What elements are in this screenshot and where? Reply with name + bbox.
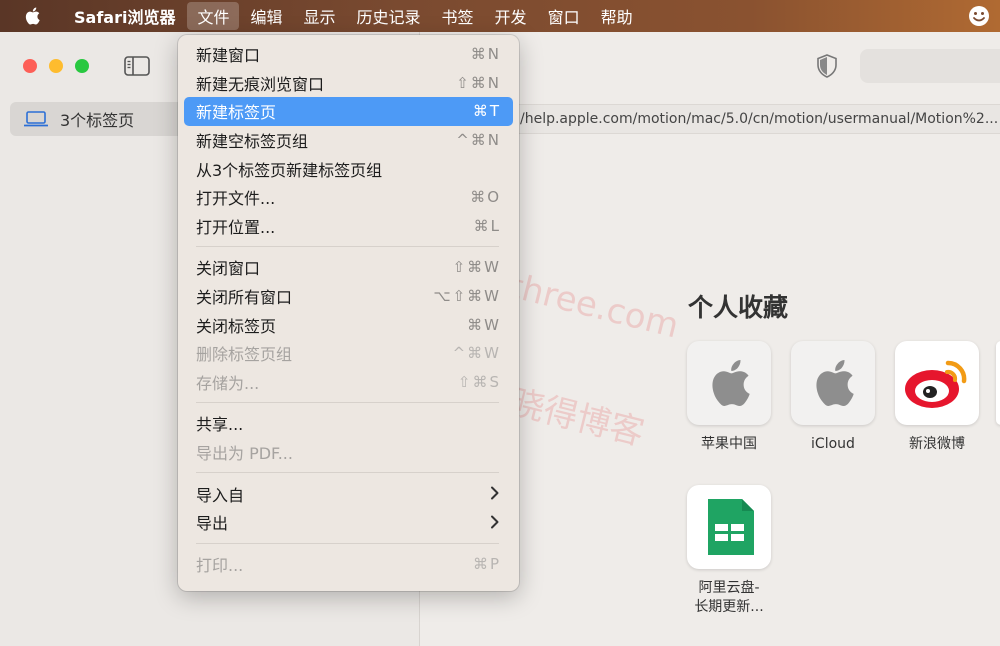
privacy-shield-icon[interactable] (816, 54, 838, 78)
menu-item-label: 删除标签页组 (196, 345, 293, 365)
menu-item-new-tab[interactable]: 新建标签页 ⌘T (184, 97, 513, 126)
tab-group-label: 3个标签页 (60, 111, 135, 130)
menu-item-shortcut: ⌘O (470, 188, 501, 207)
menu-item-save-as[interactable]: 存储为... ⇧⌘S (184, 368, 513, 397)
menu-item-shortcut: ⇧⌘N (456, 73, 501, 92)
file-menu-dropdown: 新建窗口 ⌘N 新建无痕浏览窗口 ⇧⌘N 新建标签页 ⌘T 新建空标签页组 ^⌘… (178, 35, 519, 591)
menu-item-label: 导出为 PDF... (196, 444, 293, 464)
smiley-icon[interactable] (968, 5, 990, 27)
apple-logo-icon[interactable] (22, 6, 42, 26)
menu-item-shortcut: ^⌘N (456, 131, 501, 150)
menu-app-name[interactable]: Safari浏览器 (64, 0, 185, 32)
menu-history[interactable]: 历史记录 (347, 0, 431, 32)
menu-separator (196, 472, 499, 474)
menu-item-shortcut: ⌘W (467, 315, 501, 334)
favorite-label-line: 阿里云盘- (698, 580, 760, 596)
menu-item-label: 存储为... (196, 373, 260, 393)
menu-item-label: 新建标签页 (196, 103, 277, 123)
menu-item-label: 新建空标签页组 (196, 132, 309, 152)
menu-item-new-private-window[interactable]: 新建无痕浏览窗口 ⇧⌘N (184, 69, 513, 98)
favorite-label: 苹果中国 (701, 436, 757, 452)
favorite-label: iCloud (811, 436, 855, 452)
menu-item-label: 关闭窗口 (196, 259, 261, 279)
menu-item-shortcut: ⌘L (473, 216, 501, 235)
favorites-title: 个人收藏 (688, 293, 789, 322)
menu-item-share[interactable]: 共享... (184, 409, 513, 438)
menu-item-label: 关闭所有窗口 (196, 288, 293, 308)
close-window-button[interactable] (23, 59, 37, 73)
menu-item-close-tab[interactable]: 关闭标签页 ⌘W (184, 310, 513, 339)
menu-separator (196, 402, 499, 404)
favorite-item[interactable]: 新浪微博 (887, 341, 987, 454)
menu-separator (196, 246, 499, 248)
favorite-tile[interactable] (687, 341, 771, 425)
menu-item-new-window[interactable]: 新建窗口 ⌘N (184, 40, 513, 69)
menu-item-print[interactable]: 打印... ⌘P (184, 550, 513, 579)
menu-item-export-pdf[interactable]: 导出为 PDF... (184, 438, 513, 467)
menu-item-shortcut: ⇧⌘W (452, 258, 501, 277)
menu-bookmarks[interactable]: 书签 (432, 0, 484, 32)
menu-item-shortcut: ⌘P (472, 554, 501, 573)
sidebar-toggle-icon[interactable] (124, 56, 150, 76)
address-field[interactable] (860, 49, 1000, 83)
menu-item-open-location[interactable]: 打开位置... ⌘L (184, 212, 513, 241)
menu-item-open-file[interactable]: 打开文件... ⌘O (184, 183, 513, 212)
favorite-label: 新浪微博 (909, 436, 965, 452)
menu-help[interactable]: 帮助 (591, 0, 643, 32)
menu-separator (196, 542, 499, 544)
menu-edit[interactable]: 编辑 (240, 0, 292, 32)
menu-item-shortcut: ⇧⌘S (457, 372, 501, 391)
menu-item-shortcut: ⌘T (472, 102, 501, 121)
menu-item-delete-tab-group[interactable]: 删除标签页组 ^⌘W (184, 339, 513, 368)
menu-bar: Safari浏览器 文件 编辑 显示 历史记录 书签 开发 窗口 帮助 (0, 0, 1000, 32)
favorite-tile[interactable] (895, 341, 979, 425)
apple-logo-icon (816, 360, 854, 406)
apple-logo-icon (712, 360, 750, 406)
favorite-tile-partial[interactable] (996, 341, 1000, 425)
menu-item-label: 共享... (196, 415, 244, 435)
menu-file[interactable]: 文件 (187, 2, 240, 30)
weibo-logo-icon (905, 360, 967, 408)
chevron-right-icon (491, 486, 499, 500)
menu-item-label: 导出 (196, 514, 229, 534)
menu-item-close-all-windows[interactable]: 关闭所有窗口 ⌥⇧⌘W (184, 282, 513, 311)
watermark-cn: 晓得博客 (506, 382, 648, 454)
menu-item-label: 导入自 (196, 485, 245, 505)
menu-item-label: 关闭标签页 (196, 316, 277, 336)
chevron-right-icon (491, 515, 499, 529)
menu-item-label: 从3个标签页新建标签页组 (196, 160, 383, 180)
menu-develop[interactable]: 开发 (485, 0, 537, 32)
favorite-item[interactable]: 阿里云盘- 长期更新... (679, 485, 779, 617)
favorite-tile[interactable] (791, 341, 875, 425)
menu-view[interactable]: 显示 (294, 0, 346, 32)
maximize-window-button[interactable] (75, 59, 89, 73)
sidebar-tab-group[interactable]: 3个标签页 (10, 102, 190, 136)
favorite-label-line: 长期更新... (694, 599, 764, 615)
menu-item-label: 打开文件... (196, 189, 276, 209)
laptop-icon (24, 111, 48, 127)
minimize-window-button[interactable] (49, 59, 63, 73)
favorite-tile[interactable] (687, 485, 771, 569)
menu-item-label: 新建无痕浏览窗口 (196, 74, 325, 94)
favorite-item[interactable]: iCloud (783, 341, 883, 454)
menu-item-label: 打开位置... (196, 217, 276, 237)
favorite-item[interactable]: 苹果中国 (679, 341, 779, 454)
favorite-label: 阿里云盘- 长期更新... (679, 579, 779, 617)
menu-window[interactable]: 窗口 (538, 0, 590, 32)
menu-item-label: 打印... (196, 555, 244, 575)
menu-item-export[interactable]: 导出 (184, 508, 513, 537)
menu-item-shortcut: ⌥⇧⌘W (433, 287, 501, 306)
menu-item-new-empty-tab-group[interactable]: 新建空标签页组 ^⌘N (184, 126, 513, 155)
menu-item-shortcut: ⌘N (470, 45, 501, 64)
menu-item-close-window[interactable]: 关闭窗口 ⇧⌘W (184, 253, 513, 282)
menu-item-label: 新建窗口 (196, 46, 261, 66)
menu-item-new-tab-group-from-tabs[interactable]: 从3个标签页新建标签页组 (184, 154, 513, 183)
menu-item-shortcut: ^⌘W (452, 344, 501, 363)
numbers-app-icon (708, 499, 754, 555)
menu-item-import-from[interactable]: 导入自 (184, 479, 513, 508)
